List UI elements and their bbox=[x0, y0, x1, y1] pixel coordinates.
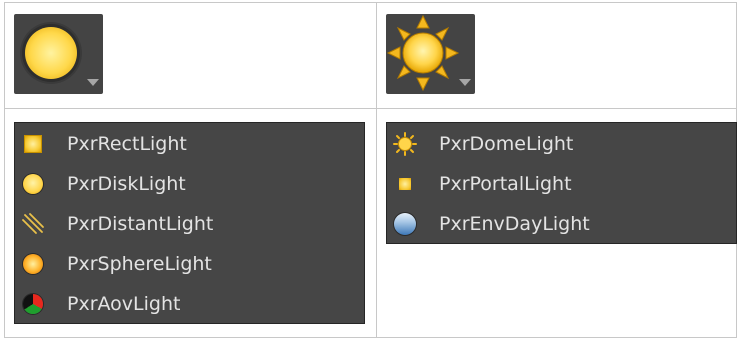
menu-item-disk-light[interactable]: PxrDiskLight bbox=[15, 164, 364, 204]
menu-item-rect-light[interactable]: PxrRectLight bbox=[15, 124, 364, 164]
menu-item-portal-light[interactable]: PxrPortalLight bbox=[387, 164, 736, 204]
menu-item-label: PxrRectLight bbox=[67, 133, 187, 155]
aov-light-icon bbox=[21, 292, 45, 316]
env-day-light-icon bbox=[393, 212, 417, 236]
table-divider-horizontal bbox=[5, 108, 736, 109]
sphere-light-icon bbox=[21, 252, 45, 276]
lights-menu-left: PxrRectLight PxrDiskLight PxrDistantLigh… bbox=[14, 122, 365, 324]
menu-item-sphere-light[interactable]: PxrSphereLight bbox=[15, 244, 364, 284]
disk-light-shelf-button[interactable] bbox=[14, 14, 103, 94]
menu-item-aov-light[interactable]: PxrAovLight bbox=[15, 284, 364, 324]
dome-light-shelf-button[interactable] bbox=[386, 14, 475, 94]
menu-item-distant-light[interactable]: PxrDistantLight bbox=[15, 204, 364, 244]
disk-light-icon bbox=[25, 27, 77, 79]
menu-item-label: PxrAovLight bbox=[67, 293, 181, 315]
table-divider-vertical bbox=[376, 3, 377, 337]
portal-light-icon bbox=[393, 172, 417, 196]
menu-item-label: PxrEnvDayLight bbox=[439, 213, 590, 235]
dome-light-icon bbox=[393, 132, 417, 156]
menu-item-env-day-light[interactable]: PxrEnvDayLight bbox=[387, 204, 736, 244]
menu-item-label: PxrDomeLight bbox=[439, 133, 574, 155]
dropdown-arrow-icon[interactable] bbox=[87, 79, 99, 86]
menu-item-label: PxrPortalLight bbox=[439, 173, 572, 195]
distant-light-icon bbox=[21, 212, 45, 236]
rect-light-icon bbox=[21, 132, 45, 156]
dropdown-arrow-icon[interactable] bbox=[459, 79, 471, 86]
menu-item-label: PxrDistantLight bbox=[67, 213, 214, 235]
menu-item-label: PxrDiskLight bbox=[67, 173, 186, 195]
menu-item-label: PxrSphereLight bbox=[67, 253, 212, 275]
disk-light-icon bbox=[21, 172, 45, 196]
menu-item-dome-light[interactable]: PxrDomeLight bbox=[387, 124, 736, 164]
lights-menu-right: PxrDomeLight PxrPortalLight PxrEnvDayLig… bbox=[386, 122, 737, 244]
